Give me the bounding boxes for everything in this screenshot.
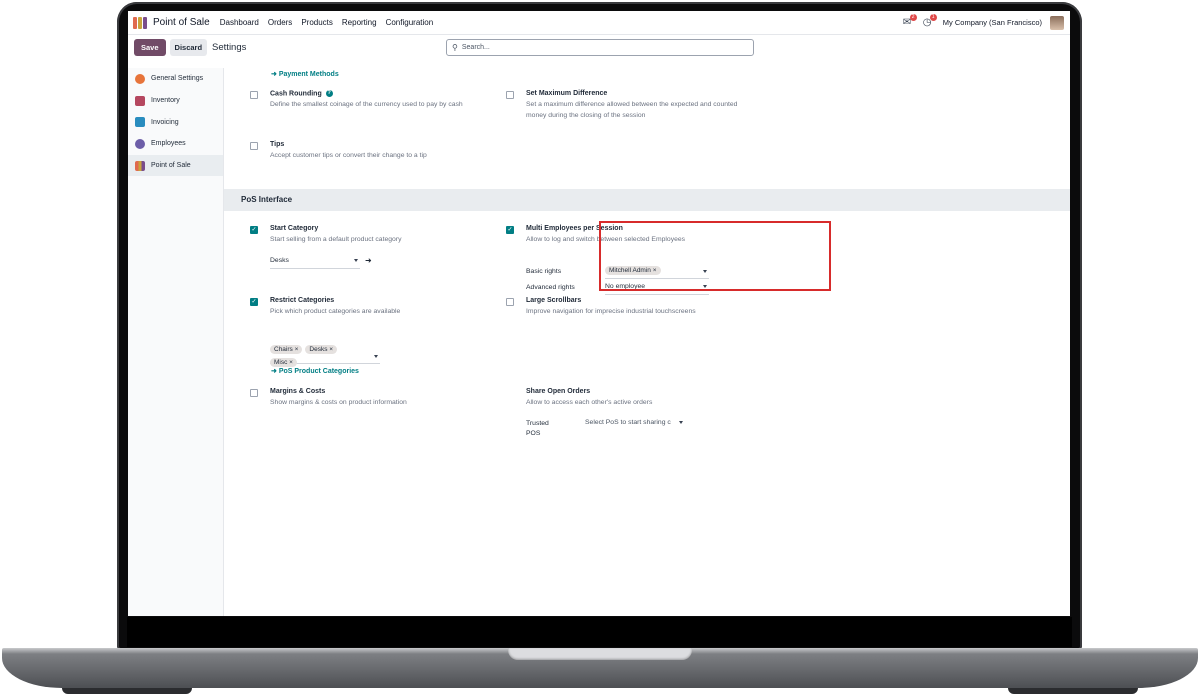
trusted-pos-placeholder: Select PoS to start sharing c: [585, 419, 671, 426]
start-category-desc: Start selling from a default product cat…: [270, 236, 402, 243]
max-difference-checkbox[interactable]: [506, 91, 514, 99]
large-scrollbars-checkbox[interactable]: [506, 298, 514, 306]
basic-rights-label: Basic rights: [526, 268, 562, 275]
activity-clock-icon[interactable]: ◷ 1: [923, 13, 937, 29]
category-tag: Desks ×: [305, 345, 338, 354]
search-input[interactable]: ⚲ Search...: [446, 39, 754, 56]
navbar-right: ✉ 2 ◷ 1 My Company (San Francisco): [903, 11, 1064, 34]
margins-checkbox[interactable]: [250, 389, 258, 397]
sidebar-item-invoicing[interactable]: Invoicing: [128, 111, 223, 133]
share-orders-title: Share Open Orders: [526, 388, 591, 395]
restrict-categories-select[interactable]: Chairs × Desks × Misc ×: [270, 338, 380, 367]
large-scrollbars-desc: Improve navigation for imprecise industr…: [526, 308, 696, 315]
activity-badge: 1: [929, 13, 937, 21]
menu-orders[interactable]: Orders: [268, 18, 292, 27]
category-tag-label: Misc: [274, 359, 288, 366]
sidebar-item-general-settings[interactable]: General Settings: [128, 68, 223, 90]
tips-title: Tips: [270, 141, 285, 148]
setting-start-category: ✓ Start Category Start selling from a de…: [250, 225, 505, 245]
laptop-foot-right: [1008, 688, 1138, 694]
settings-content: ➜ Payment Methods Cash Rounding? Define …: [224, 68, 1070, 616]
user-avatar[interactable]: [1050, 15, 1064, 30]
pos-product-categories-link[interactable]: ➜ PoS Product Categories: [271, 367, 359, 375]
search-icon: ⚲: [452, 43, 458, 52]
restrict-categories-title: Restrict Categories: [270, 297, 335, 304]
sidebar-item-employees[interactable]: Employees: [128, 133, 223, 155]
sidebar-item-label: Inventory: [151, 97, 180, 105]
setting-restrict-categories: ✓ Restrict Categories Pick which product…: [250, 297, 505, 317]
laptop-chin: [127, 617, 1072, 647]
arrow-right-icon[interactable]: ➜: [365, 256, 372, 265]
setting-share-open-orders: Share Open Orders Allow to access each o…: [526, 388, 741, 408]
payment-methods-link-label: Payment Methods: [278, 71, 339, 78]
margins-title: Margins & Costs: [270, 388, 326, 395]
cash-rounding-title: Cash Rounding: [270, 90, 322, 98]
sidebar-item-label: Point of Sale: [151, 162, 191, 170]
company-switcher[interactable]: My Company (San Francisco): [943, 18, 1042, 27]
trusted-pos-label: Trusted POS: [526, 420, 549, 435]
pos-product-categories-link-label: PoS Product Categories: [278, 368, 359, 375]
start-category-checkbox[interactable]: ✓: [250, 226, 258, 234]
setting-cash-rounding: Cash Rounding? Define the smallest coina…: [250, 90, 505, 110]
search-placeholder: Search...: [461, 44, 490, 51]
sidebar-item-label: Invoicing: [151, 118, 179, 126]
app-screen: Point of Sale Dashboard Orders Products …: [128, 11, 1070, 616]
help-icon[interactable]: ?: [325, 90, 333, 97]
section-pos-interface: PoS Interface: [224, 189, 1070, 211]
setting-margins-costs: Margins & Costs Show margins & costs on …: [250, 388, 505, 408]
chevron-down-icon: [354, 259, 358, 262]
start-category-title: Start Category: [270, 225, 319, 232]
margins-desc: Show margins & costs on product informat…: [270, 399, 407, 406]
invoicing-icon: [135, 117, 145, 128]
save-button[interactable]: Save: [134, 38, 166, 56]
chat-icon[interactable]: ✉ 2: [903, 13, 917, 29]
inventory-icon: [135, 95, 145, 106]
menu-configuration[interactable]: Configuration: [386, 18, 434, 27]
sidebar-item-label: General Settings: [151, 75, 204, 83]
tips-desc: Accept customer tips or convert their ch…: [270, 152, 427, 159]
share-orders-desc: Allow to access each other's active orde…: [526, 399, 653, 406]
chevron-down-icon: [679, 421, 683, 424]
setting-max-difference: Set Maximum Difference Set a maximum dif…: [506, 90, 751, 121]
sidebar-item-label: Employees: [151, 140, 186, 148]
multi-employees-checkbox[interactable]: ✓: [506, 226, 514, 234]
laptop-notch: [508, 648, 692, 660]
cash-rounding-desc: Define the smallest coinage of the curre…: [270, 101, 463, 109]
sidebar-item-point-of-sale[interactable]: Point of Sale: [128, 154, 223, 177]
advanced-rights-label: Advanced rights: [526, 284, 575, 291]
discard-button[interactable]: Discard: [169, 38, 208, 56]
category-tag: Misc ×: [270, 358, 297, 367]
trusted-pos-select[interactable]: Select PoS to start sharing c: [585, 419, 685, 430]
menu-products[interactable]: Products: [301, 18, 333, 27]
point-of-sale-icon: [135, 160, 145, 171]
sidebar-item-inventory[interactable]: Inventory: [128, 90, 223, 112]
chat-badge: 2: [909, 13, 917, 21]
pos-app-icon[interactable]: [133, 16, 147, 29]
payment-methods-link[interactable]: ➜ Payment Methods: [271, 70, 339, 78]
max-difference-desc: Set a maximum difference allowed between…: [526, 101, 738, 119]
breadcrumb: Settings: [212, 41, 247, 53]
large-scrollbars-title: Large Scrollbars: [526, 297, 582, 304]
general-settings-icon: [135, 73, 145, 84]
restrict-categories-desc: Pick which product categories are availa…: [270, 308, 401, 315]
top-navbar: Point of Sale Dashboard Orders Products …: [128, 11, 1070, 35]
setting-tips: Tips Accept customer tips or convert the…: [250, 141, 505, 161]
highlight-box: [599, 221, 831, 291]
setting-large-scrollbars: Large Scrollbars Improve navigation for …: [506, 297, 741, 317]
control-bar: Save Discard Settings ⚲ Search...: [128, 35, 1070, 59]
laptop-foot-left: [62, 688, 192, 694]
menu-reporting[interactable]: Reporting: [342, 18, 377, 27]
tips-checkbox[interactable]: [250, 142, 258, 150]
chevron-down-icon: [374, 355, 378, 358]
start-category-value: Desks: [270, 257, 289, 264]
max-difference-title: Set Maximum Difference: [526, 90, 608, 97]
start-category-select[interactable]: Desks: [270, 257, 360, 269]
menu-dashboard[interactable]: Dashboard: [220, 18, 259, 27]
settings-sidebar: General Settings Inventory Invoicing Emp…: [128, 68, 224, 616]
restrict-categories-checkbox[interactable]: ✓: [250, 298, 258, 306]
cash-rounding-checkbox[interactable]: [250, 91, 258, 99]
app-name[interactable]: Point of Sale: [153, 17, 210, 28]
employees-icon: [135, 138, 145, 149]
category-tag-label: Desks: [309, 346, 328, 353]
